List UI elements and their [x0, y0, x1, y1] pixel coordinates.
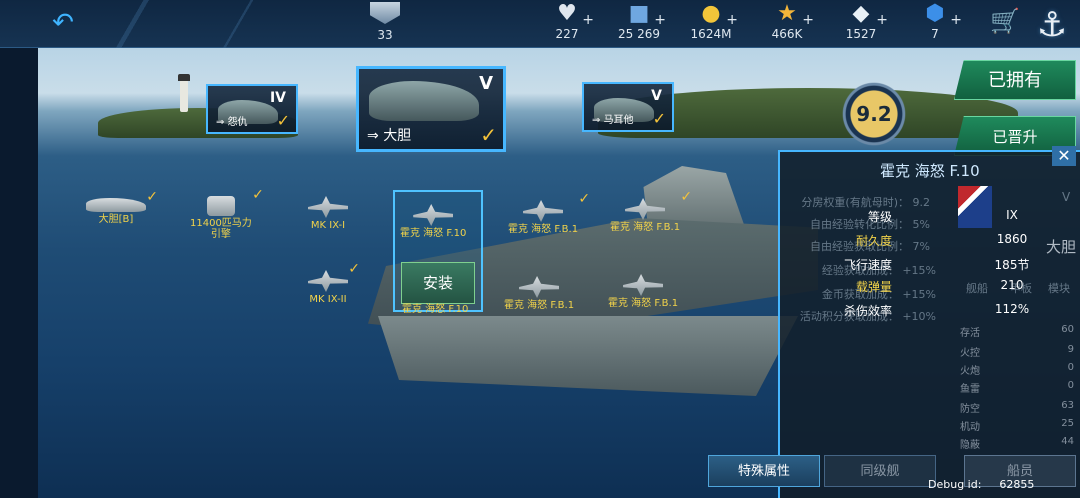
resource-hearts[interactable]: ♥ + 227: [532, 2, 602, 42]
resource-gems[interactable]: ⬢ + 7: [900, 2, 970, 42]
back-arrow-icon[interactable]: ↶: [48, 10, 78, 36]
diamond-icon: ◆ +: [852, 1, 888, 29]
equipment-item[interactable]: 霍克 海怒 F.10: [400, 204, 466, 239]
top-bar: ↶ 33 ♥ + 227 ■ + 25 269 ● + 1624M ★ + 466K ◆…: [0, 0, 1080, 48]
ship-card-selected[interactable]: V ⇒ 大胆 ✓: [356, 66, 506, 152]
side-stat: 火炮 0: [960, 362, 1074, 377]
special-attributes-button[interactable]: 特殊属性: [708, 455, 820, 487]
stat-row: 耐久度 1860: [855, 232, 1028, 248]
heart-icon: ♥ +: [557, 1, 594, 29]
equipment-item[interactable]: MK IX-I: [308, 196, 348, 231]
tab-owned[interactable]: 已拥有: [954, 60, 1076, 100]
resource-diamonds[interactable]: ◆ + 1527: [826, 2, 896, 42]
side-stat: 机动 25: [960, 418, 1074, 433]
stat-row: 杀伤效率 112%: [843, 302, 1030, 318]
resource-gold[interactable]: ● + 1624M: [676, 2, 746, 42]
rank-icon: [370, 2, 400, 24]
blue-gem-icon: ⬢ +: [925, 1, 962, 29]
equipment-item[interactable]: 霍克 海怒 F.B.1 ✓: [508, 192, 590, 235]
ship-name: ⇒ 怨仇: [216, 117, 248, 128]
close-icon[interactable]: ✕: [1052, 146, 1076, 166]
ship-card[interactable]: V ⇒ 马耳他 ✓: [582, 82, 674, 132]
side-tab[interactable]: 舰船: [966, 280, 988, 296]
same-tier-ships-button[interactable]: 同级舰: [824, 455, 936, 487]
equipment-item[interactable]: 霍克 海怒 F.B.1 ✓: [610, 190, 692, 233]
panel-title: 霍克 海怒 F.10: [880, 162, 980, 180]
debug-id: Debug id: 62855: [928, 478, 1035, 491]
ship-name: ⇒ 大胆: [367, 128, 412, 144]
rank-value: 33: [377, 28, 393, 42]
ship-name: ⇒ 马耳他: [592, 115, 634, 126]
nation-flag: [958, 186, 992, 228]
lighthouse: [178, 74, 190, 112]
check-icon: ✓: [480, 123, 497, 147]
side-stat: 存活 60: [960, 324, 1074, 339]
side-ship-tier: V: [1062, 190, 1071, 204]
side-ship-name: 大胆: [1046, 238, 1077, 256]
star-icon: ★ +: [777, 1, 814, 29]
ship-card[interactable]: IV ⇒ 怨仇 ✓: [206, 84, 298, 134]
anchor-icon[interactable]: ⚓: [1030, 0, 1074, 52]
gold-coin-icon: ● +: [701, 1, 738, 29]
equipment-item[interactable]: 霍克 海怒 F.B.1: [608, 274, 678, 309]
resource-stars[interactable]: ★ + 466K: [752, 2, 822, 42]
install-button[interactable]: 安装: [401, 262, 475, 304]
equipment-item[interactable]: 11400匹马力 引擎 ✓: [190, 188, 264, 240]
rank-badge[interactable]: 33: [350, 2, 420, 43]
equipment-item[interactable]: 霍克 海怒 F.10: [402, 304, 468, 315]
side-stat: 鱼雷 0: [960, 380, 1074, 395]
check-icon: ✓: [652, 109, 666, 128]
side-tab[interactable]: 模块: [1048, 280, 1070, 296]
equipment-item[interactable]: MK IX-II ✓: [308, 262, 360, 305]
equipment-item[interactable]: 霍克 海怒 F.B.1: [504, 276, 574, 311]
side-stat: 火控 9: [960, 344, 1074, 359]
stat-row: 等级 IX: [867, 208, 1018, 224]
shop-cart-icon[interactable]: 🛒: [988, 8, 1022, 34]
stat-row: 飞行速度 185节: [843, 258, 1030, 272]
stat-row: 载弹量 210: [855, 278, 1024, 294]
side-stat: 隐蔽 44: [960, 436, 1074, 451]
card-icon: ■ +: [628, 1, 666, 29]
resource-cards[interactable]: ■ + 25 269: [604, 2, 674, 42]
side-stat: 防空 63: [960, 400, 1074, 415]
check-icon: ✓: [276, 111, 290, 130]
side-tab[interactable]: 甲板: [1010, 280, 1032, 296]
rating-badge: 9.2: [840, 80, 908, 148]
equipment-item[interactable]: 大胆[B] ✓: [86, 190, 158, 225]
